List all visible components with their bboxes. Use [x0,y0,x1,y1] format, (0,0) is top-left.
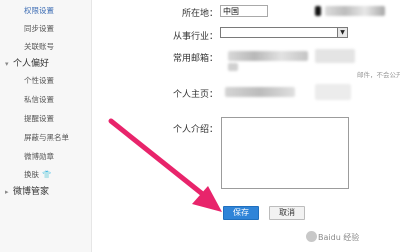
arrow-shaft [108,118,208,199]
annotation-arrow [108,118,222,212]
